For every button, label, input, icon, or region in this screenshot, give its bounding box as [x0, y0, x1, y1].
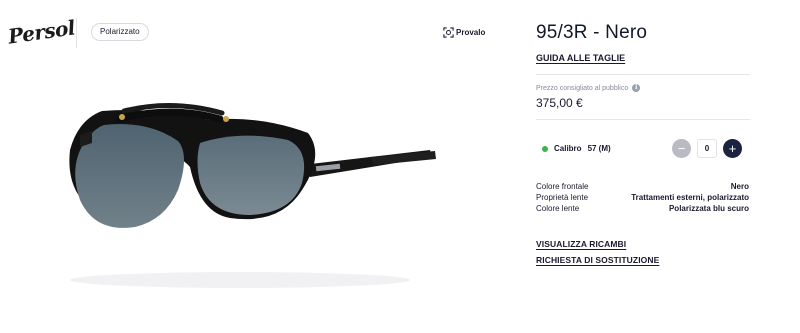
try-on-label: Provalo [456, 28, 486, 37]
brand-logo[interactable]: Persol [7, 15, 77, 48]
try-on-button[interactable]: Provalo [443, 27, 485, 38]
header-divider [76, 18, 77, 48]
spec-row: Proprietà lente Trattamenti esterni, pol… [536, 192, 749, 203]
view-spare-parts-link[interactable]: VISUALIZZA RICAMBI [536, 239, 626, 249]
product-price: 375,00 € [536, 96, 583, 110]
spec-value: Trattamenti esterni, polarizzato [631, 193, 749, 202]
decrease-quantity-button[interactable]: − [672, 139, 691, 158]
spec-value: Nero [730, 182, 749, 191]
size-label: Calibro [554, 144, 582, 153]
price-label: Prezzo consigliato al pubblico [536, 84, 629, 92]
quantity-stepper: − 0 + [672, 139, 742, 158]
replacement-request-link[interactable]: RICHIESTA DI SOSTITUZIONE [536, 255, 659, 265]
spec-key: Colore lente [536, 204, 580, 213]
divider [536, 74, 750, 75]
increase-quantity-button[interactable]: + [723, 139, 742, 158]
price-label-row: Prezzo consigliato al pubblico i [536, 84, 641, 92]
size-value: 57 (M) [587, 144, 611, 153]
spec-row: Colore lente Polarizzata blu scuro [536, 203, 749, 214]
divider [536, 119, 750, 120]
size-guide-link[interactable]: GUIDA ALLE TAGLIE [536, 53, 625, 63]
product-specs: Colore frontale Nero Proprietà lente Tra… [536, 181, 749, 214]
polarized-badge: Polarizzato [91, 23, 149, 41]
face-scan-icon [443, 27, 454, 38]
info-icon[interactable]: i [632, 84, 641, 92]
availability-dot-icon [542, 145, 548, 152]
product-image [69, 102, 436, 288]
quantity-field[interactable]: 0 [697, 139, 717, 158]
size-selector: Calibro 57 (M) [542, 144, 611, 153]
spec-row: Colore frontale Nero [536, 181, 749, 192]
product-title: 95/3R - Nero [536, 22, 648, 43]
spec-value: Polarizzata blu scuro [668, 204, 749, 213]
spec-key: Proprietà lente [536, 193, 589, 202]
spec-key: Colore frontale [536, 182, 589, 191]
